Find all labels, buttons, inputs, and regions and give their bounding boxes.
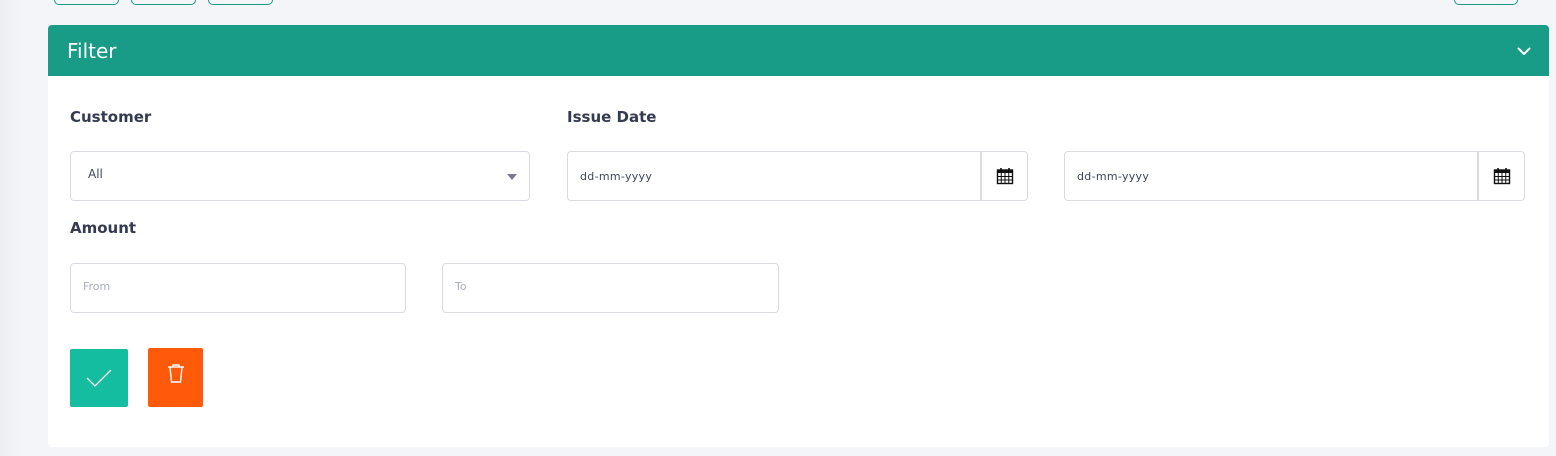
customer-select[interactable]: All — [70, 151, 530, 201]
filter-header[interactable]: Filter — [48, 25, 1549, 76]
amount-to-input[interactable] — [443, 262, 778, 310]
issue-date-to-field[interactable] — [1064, 151, 1478, 201]
customer-select-value: All — [88, 167, 103, 181]
toolbar-button-1[interactable] — [54, 0, 119, 5]
sidebar-edge — [0, 0, 22, 456]
caret-down-icon — [507, 174, 517, 180]
issue-date-to-calendar-button[interactable] — [1478, 151, 1525, 201]
apply-filter-button[interactable] — [70, 349, 128, 407]
amount-label: Amount — [70, 219, 137, 237]
filter-title: Filter — [67, 38, 117, 63]
issue-date-label: Issue Date — [567, 108, 657, 126]
clear-filter-button[interactable] — [148, 348, 203, 407]
filter-card: Filter Customer All Issue Date dd-mm-yyy… — [48, 25, 1549, 447]
check-icon — [86, 369, 112, 387]
issue-date-to-input[interactable] — [1065, 152, 1477, 200]
toolbar-button-2[interactable] — [131, 0, 196, 5]
toolbar-button-right[interactable] — [1454, 0, 1518, 5]
amount-from-field[interactable] — [70, 262, 406, 313]
amount-to-field[interactable] — [442, 262, 779, 313]
issue-date-from-field[interactable] — [567, 151, 981, 201]
chevron-down-icon[interactable] — [1517, 46, 1531, 56]
customer-label: Customer — [70, 108, 152, 126]
trash-icon — [167, 363, 184, 383]
amount-from-input[interactable] — [71, 262, 405, 310]
calendar-icon — [996, 168, 1013, 185]
issue-date-from-calendar-button[interactable] — [981, 151, 1028, 201]
toolbar-button-3[interactable] — [208, 0, 273, 5]
calendar-icon — [1493, 168, 1510, 185]
issue-date-from-input[interactable] — [568, 152, 980, 200]
